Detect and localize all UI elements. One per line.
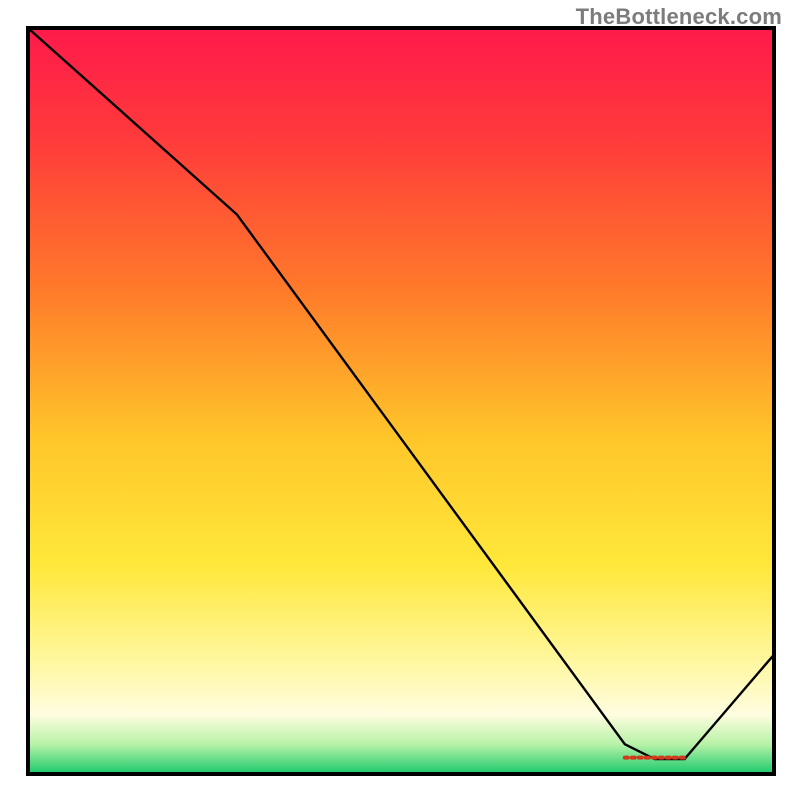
plot-background (28, 28, 774, 774)
chart-stage: TheBottleneck.com (0, 0, 800, 800)
watermark-text: TheBottleneck.com (576, 4, 782, 30)
line-chart (0, 0, 800, 800)
